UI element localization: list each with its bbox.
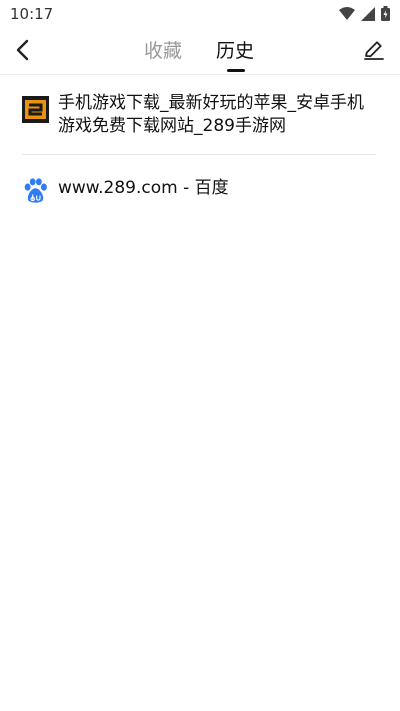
history-item-title: 手机游戏下载_最新好玩的苹果_安卓手机游戏免费下载网站_289手游网 — [58, 93, 364, 136]
top-bar: 收藏 历史 — [0, 28, 400, 75]
active-tab-indicator — [227, 69, 245, 72]
back-arrow-icon — [16, 39, 29, 61]
pencil-icon — [364, 41, 384, 60]
status-time: 10:17 — [10, 5, 54, 23]
tab-favorites[interactable]: 收藏 — [144, 36, 182, 63]
history-item[interactable]: www.289.com - 百度 — [0, 159, 400, 216]
edit-button[interactable] — [362, 38, 386, 62]
status-icons — [339, 6, 390, 21]
tab-history[interactable]: 历史 — [216, 36, 254, 63]
history-list: 手机游戏下载_最新好玩的苹果_安卓手机游戏免费下载网站_289手游网 www.2… — [0, 80, 400, 216]
289-site-icon — [22, 96, 49, 123]
status-bar: 10:17 — [0, 0, 400, 28]
battery-icon — [381, 6, 390, 21]
history-item[interactable]: 手机游戏下载_最新好玩的苹果_安卓手机游戏免费下载网站_289手游网 — [0, 80, 400, 150]
divider — [22, 154, 376, 155]
wifi-icon — [339, 6, 355, 20]
cell-signal-icon — [361, 6, 375, 21]
baidu-paw-icon — [24, 178, 47, 203]
history-item-title: www.289.com - 百度 — [58, 178, 229, 198]
back-button[interactable] — [8, 36, 36, 64]
